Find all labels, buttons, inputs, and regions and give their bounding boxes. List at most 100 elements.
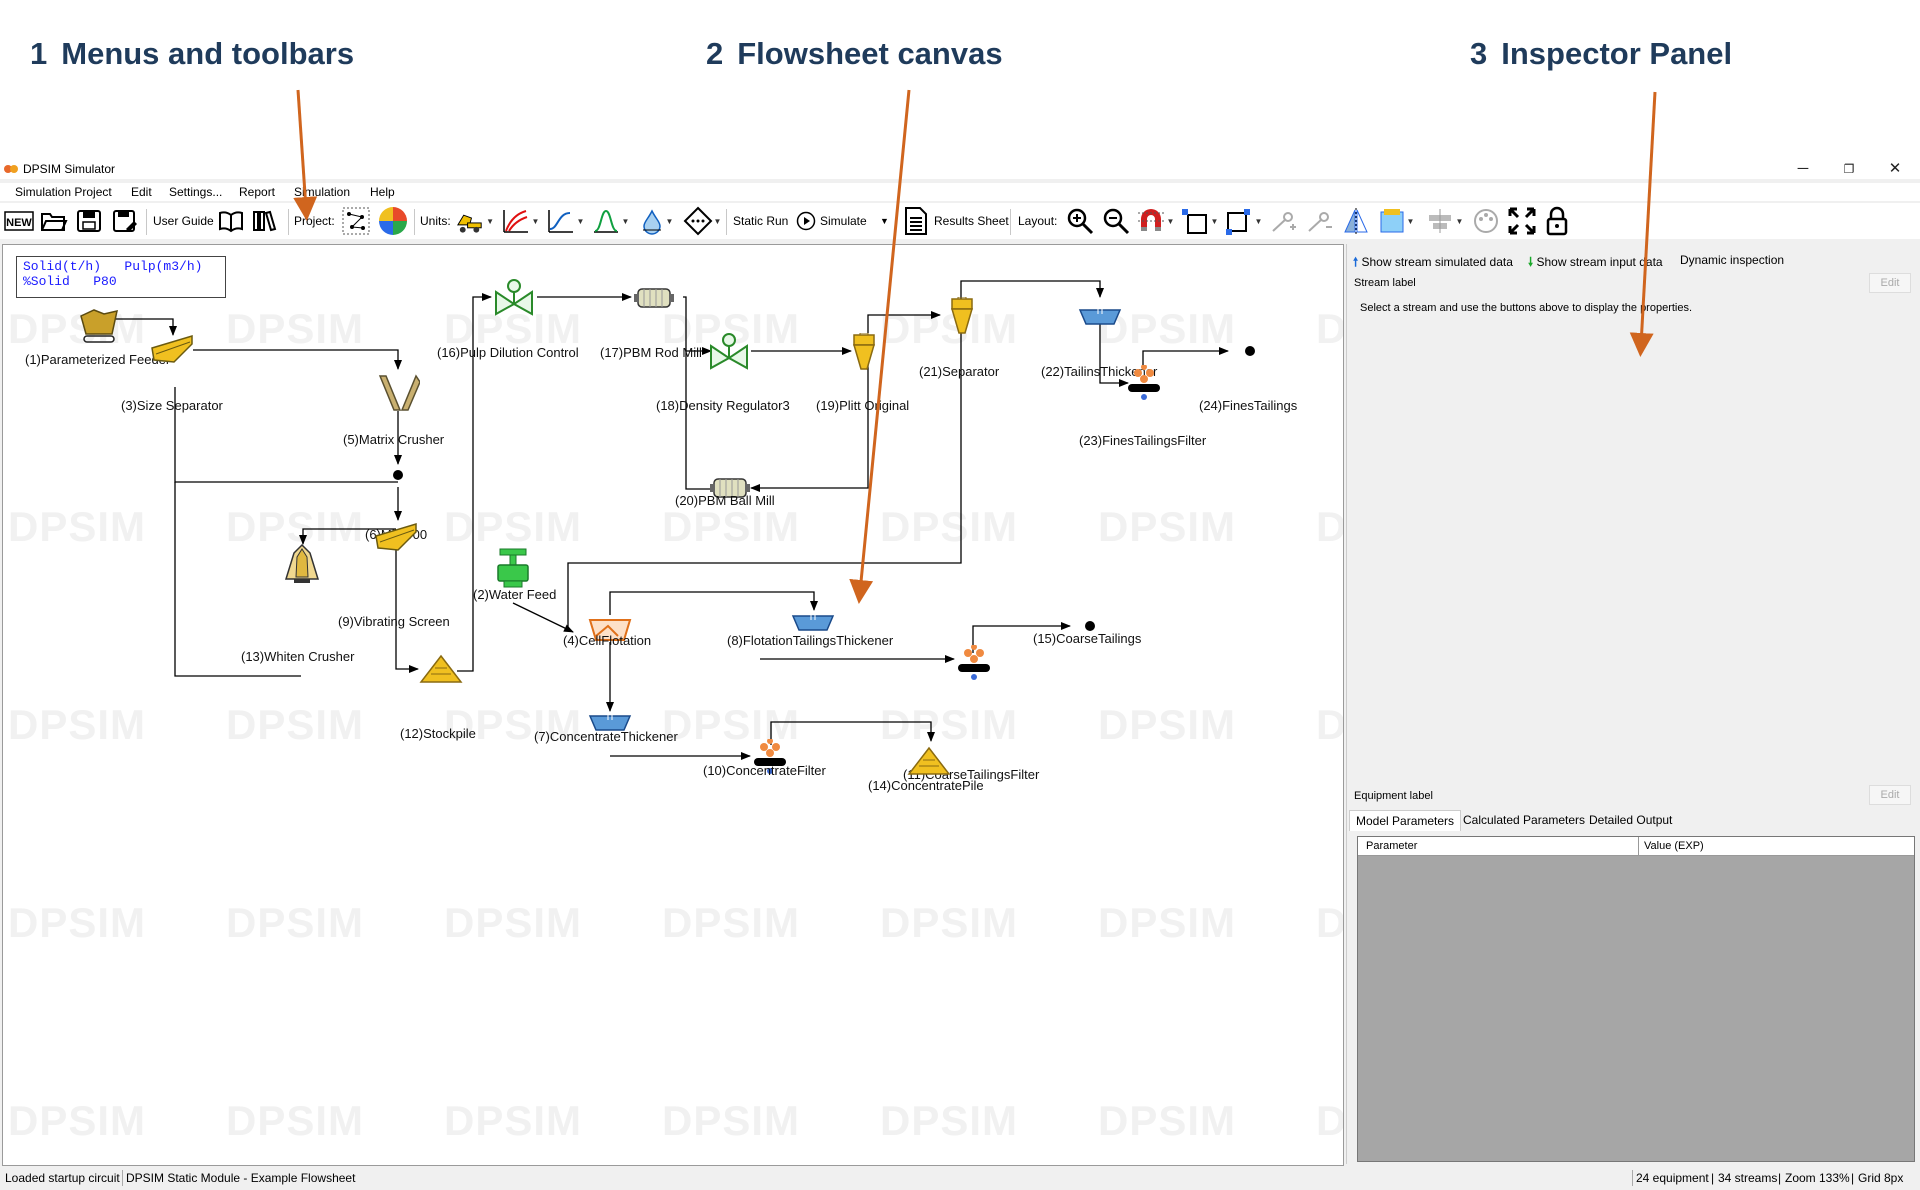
lock-button[interactable]: [1542, 203, 1572, 239]
equipment-mixer[interactable]: [392, 469, 404, 481]
close-button[interactable]: ✕: [1872, 159, 1918, 179]
equipment-parameterized-feeder[interactable]: [75, 307, 123, 349]
show-stream-input-button[interactable]: 🠗 Show stream input data: [1528, 253, 1663, 274]
guide-book-button[interactable]: [216, 203, 246, 239]
menu-report[interactable]: Report: [239, 185, 275, 199]
column-parameter[interactable]: Parameter: [1366, 840, 1417, 852]
equipment-label[interactable]: (21)Separator: [919, 364, 999, 379]
equipment-label[interactable]: (7)ConcentrateThickener: [534, 729, 678, 744]
save-button[interactable]: [74, 203, 104, 239]
equipment-label[interactable]: (13)Whiten Crusher: [241, 649, 354, 664]
equipment-concentrate-pile[interactable]: [907, 745, 951, 777]
equipment-tailins-thickener[interactable]: [1078, 305, 1122, 329]
units-water-dropdown[interactable]: ▼: [636, 203, 676, 239]
results-sheet-button[interactable]: Results Sheet: [934, 214, 1009, 228]
equipment-pulp-dilution-control[interactable]: [491, 277, 537, 317]
remove-connector-button[interactable]: [1304, 203, 1336, 239]
equipment-label[interactable]: (17)PBM Rod Mill: [600, 345, 702, 360]
project-chart-button[interactable]: [376, 203, 410, 239]
units-equipment-dropdown[interactable]: ▼: [454, 203, 494, 239]
equipment-vibrating-screen[interactable]: [373, 521, 419, 555]
equipment-label[interactable]: (19)Plitt Original: [816, 398, 909, 413]
toolbar-separator: [1010, 209, 1011, 235]
equipment-water-feed[interactable]: [491, 547, 535, 591]
column-value[interactable]: Value (EXP): [1644, 840, 1704, 852]
maximize-button[interactable]: ❐: [1826, 159, 1872, 179]
equipment-label[interactable]: (3)Size Separator: [121, 398, 223, 413]
equipment-density-regulator[interactable]: [706, 331, 752, 371]
equipment-stockpile[interactable]: [419, 653, 463, 685]
menu-simulation-project[interactable]: Simulation Project: [15, 185, 112, 199]
equipment-label[interactable]: (2)Water Feed: [473, 587, 556, 602]
units-partition-dropdown[interactable]: ▼: [545, 203, 585, 239]
project-flowsheet-button[interactable]: [340, 203, 372, 239]
zoom-out-button[interactable]: [1100, 203, 1132, 239]
fit-view-button[interactable]: [1506, 203, 1538, 239]
equipment-flotation-tailings-thickener[interactable]: [791, 611, 835, 635]
flowsheet-canvas[interactable]: DPSIM DPSIM DPSIM DPSIM DPSIM DPSIM DPSIM DPSIM…: [2, 244, 1344, 1166]
equipment-matrix-crusher[interactable]: [375, 371, 421, 415]
resize-dropdown[interactable]: ▼: [1222, 203, 1264, 239]
note-dropdown[interactable]: ▼: [1376, 203, 1416, 239]
tab-calculated-parameters[interactable]: Calculated Parameters: [1457, 810, 1591, 830]
equipment-label[interactable]: (16)Pulp Dilution Control: [437, 345, 579, 360]
equipment-plitt-original[interactable]: [849, 333, 879, 373]
results-sheet-icon-button[interactable]: [900, 203, 932, 239]
equipment-edit-button[interactable]: Edit: [1869, 785, 1911, 805]
parameter-grid[interactable]: Parameter Value (EXP): [1357, 836, 1915, 1162]
save-as-button[interactable]: [110, 203, 140, 239]
show-stream-simulated-button[interactable]: 🠕 Show stream simulated data: [1353, 253, 1513, 274]
units-distribution-dropdown[interactable]: ▼: [590, 203, 630, 239]
svg-text:NEW: NEW: [6, 217, 32, 229]
zoom-in-button[interactable]: [1064, 203, 1096, 239]
mirror-button[interactable]: [1340, 203, 1372, 239]
status-stream-count: 34 streams: [1718, 1171, 1778, 1185]
minimize-button[interactable]: ─: [1780, 159, 1826, 179]
user-guide-button[interactable]: User Guide: [153, 214, 214, 228]
equipment-fines-tailings-filter[interactable]: [1123, 365, 1165, 401]
select-area-dropdown[interactable]: ▼: [1178, 203, 1220, 239]
simulate-button[interactable]: Simulate: [820, 214, 867, 228]
new-project-button[interactable]: NEW: [2, 203, 36, 239]
add-connector-button[interactable]: [1268, 203, 1300, 239]
status-sep: |: [1851, 1171, 1855, 1185]
tab-model-parameters[interactable]: Model Parameters: [1349, 810, 1462, 831]
units-curve-dropdown[interactable]: ▼: [500, 203, 540, 239]
equipment-label[interactable]: (23)FinesTailingsFilter: [1079, 433, 1206, 448]
equipment-label[interactable]: (12)Stockpile: [400, 726, 476, 741]
equipment-size-separator[interactable]: [149, 333, 195, 367]
equipment-label[interactable]: (8)FlotationTailingsThickener: [727, 633, 893, 648]
equipment-label[interactable]: (4)CellFlotation: [563, 633, 651, 648]
menu-settings[interactable]: Settings...: [169, 185, 222, 199]
library-button[interactable]: [250, 203, 280, 239]
equipment-label[interactable]: (10)ConcentrateFilter: [703, 763, 826, 778]
tab-detailed-output[interactable]: Detailed Output: [1583, 810, 1678, 830]
equipment-coarse-tailings-filter[interactable]: [953, 645, 995, 681]
stream-edit-button[interactable]: Edit: [1869, 273, 1911, 293]
equipment-label[interactable]: (18)Density Regulator3: [656, 398, 790, 413]
equipment-whiten-crusher[interactable]: [279, 542, 325, 586]
simulate-dropdown-caret[interactable]: ▼: [880, 216, 889, 226]
equipment-label[interactable]: (15)CoarseTailings: [1033, 631, 1141, 646]
equipment-label[interactable]: (20)PBM Ball Mill: [675, 493, 775, 508]
snap-grid-dropdown[interactable]: ▼: [1134, 203, 1176, 239]
equipment-label[interactable]: (9)Vibrating Screen: [338, 614, 450, 629]
dynamic-inspection-button[interactable]: Dynamic inspection: [1680, 253, 1784, 267]
column-divider: [1638, 837, 1639, 855]
simulate-play-button[interactable]: [794, 203, 818, 239]
menu-bar: Simulation Project Edit Settings... Repo…: [0, 183, 1920, 201]
menu-simulation[interactable]: Simulation: [294, 185, 350, 199]
equipment-label[interactable]: (5)Matrix Crusher: [343, 432, 444, 447]
equipment-fines-tailings[interactable]: [1244, 345, 1256, 357]
menu-help[interactable]: Help: [370, 185, 395, 199]
equipment-label[interactable]: (24)FinesTailings: [1199, 398, 1297, 413]
align-dropdown[interactable]: ▼: [1422, 203, 1466, 239]
palette-button[interactable]: [1470, 203, 1502, 239]
static-run-button[interactable]: Static Run: [733, 214, 788, 228]
equipment-separator[interactable]: [947, 297, 977, 337]
open-project-button[interactable]: [38, 203, 70, 239]
menu-edit[interactable]: Edit: [131, 185, 152, 199]
equipment-label[interactable]: (14)ConcentratePile: [868, 778, 984, 793]
equipment-pbm-rod-mill[interactable]: [631, 283, 677, 313]
units-node-dropdown[interactable]: ▼: [680, 203, 724, 239]
